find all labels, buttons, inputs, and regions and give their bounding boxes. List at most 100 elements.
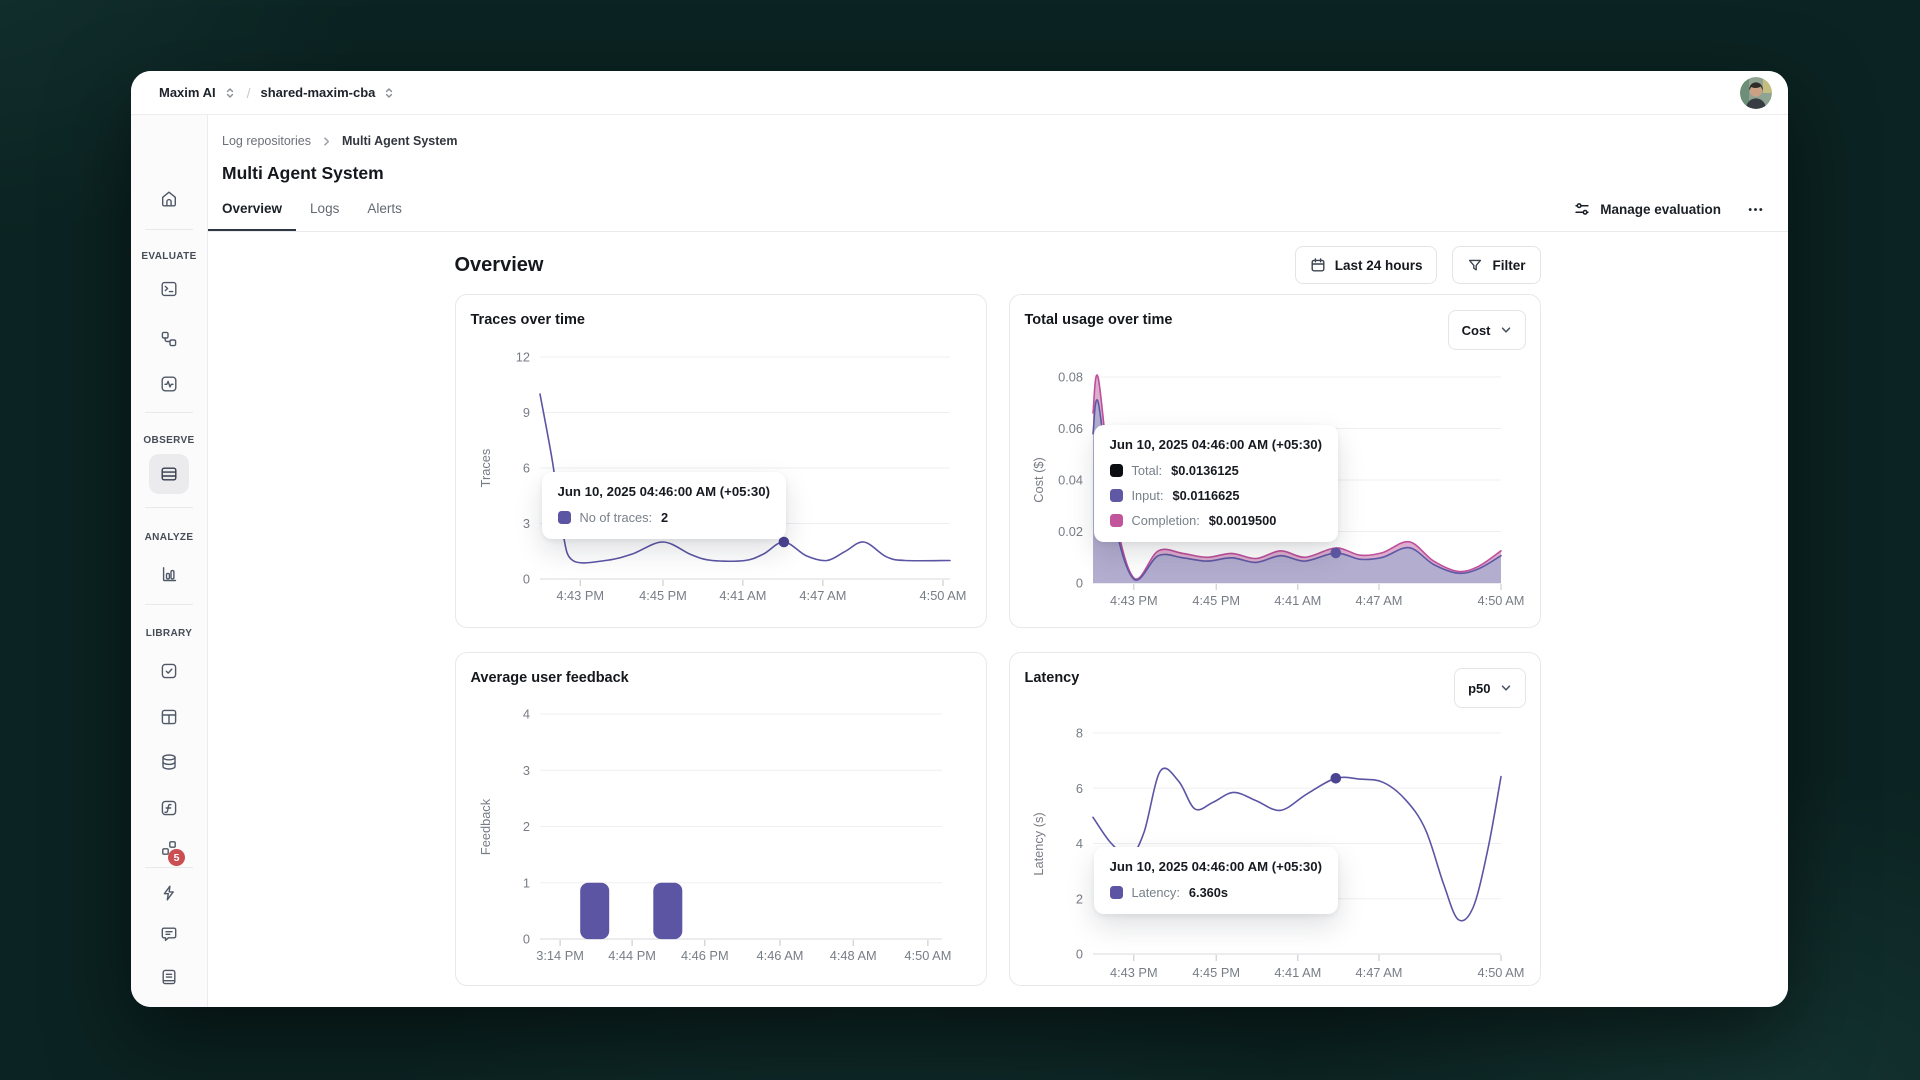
logs-icon xyxy=(159,464,179,484)
activity-icon xyxy=(159,374,179,394)
x-tick-label: 4:47 AM xyxy=(1355,593,1402,608)
y-tick-label: 0 xyxy=(522,932,529,947)
tooltip-row: No of traces: 2 xyxy=(558,508,770,527)
page-title: Multi Agent System xyxy=(207,148,1788,186)
y-tick-label: 0.04 xyxy=(1058,473,1083,488)
tooltip-label: Input: xyxy=(1132,488,1164,503)
tab-alerts[interactable]: Alerts xyxy=(353,201,416,231)
manage-evaluation-label: Manage evaluation xyxy=(1600,202,1721,217)
user-avatar[interactable] xyxy=(1740,77,1772,109)
more-options-button[interactable] xyxy=(1747,201,1764,218)
y-tick-label: 6 xyxy=(1075,781,1082,796)
manage-evaluation-button[interactable]: Manage evaluation xyxy=(1573,200,1721,218)
x-tick-label: 4:50 AM xyxy=(1477,593,1524,608)
filter-icon xyxy=(1467,257,1483,273)
notification-badge: 5 xyxy=(168,849,185,866)
chevron-right-icon xyxy=(320,135,333,148)
sidebar-item-lightning[interactable] xyxy=(149,873,189,913)
lightning-icon xyxy=(159,883,179,903)
chart-tooltip: Jun 10, 2025 04:46:00 AM (+05:30) Total:… xyxy=(1094,425,1338,542)
latency-percentile-select[interactable]: p50 xyxy=(1454,668,1525,708)
sidebar-item-chat[interactable] xyxy=(149,914,189,954)
sidebar-divider xyxy=(145,507,193,508)
y-axis-label: Traces xyxy=(478,449,493,488)
tooltip-label: Latency: xyxy=(1132,885,1180,900)
ellipsis-icon xyxy=(1747,201,1764,218)
sidebar-divider xyxy=(145,867,193,868)
filter-button[interactable]: Filter xyxy=(1452,246,1540,284)
overview-actions: Last 24 hours Filter xyxy=(1295,246,1541,284)
sidebar-item-check-square[interactable] xyxy=(149,651,189,691)
sidebar-item-workflow[interactable] xyxy=(149,319,189,359)
tooltip-timestamp: Jun 10, 2025 04:46:00 AM (+05:30) xyxy=(1110,859,1322,874)
x-tick-label: 4:47 AM xyxy=(1355,965,1402,980)
tooltip-value: 6.360s xyxy=(1189,885,1228,900)
calendar-icon xyxy=(1310,257,1326,273)
top-bar: Maxim AI / shared-maxim-cba xyxy=(131,71,1788,115)
database-icon xyxy=(159,752,179,772)
y-tick-label: 9 xyxy=(522,405,529,420)
sidebar-item-prompt[interactable] xyxy=(149,269,189,309)
x-tick-label: 4:41 AM xyxy=(1274,965,1321,980)
tooltip-row: Input: $0.0116625 xyxy=(1110,486,1322,505)
sidebar-item-activity[interactable] xyxy=(149,364,189,404)
sidebar-section-label: EVALUATE xyxy=(131,251,207,262)
home-icon xyxy=(159,189,179,209)
x-tick-label: 4:43 PM xyxy=(1109,965,1157,980)
tooltip-label: Completion: xyxy=(1132,513,1200,528)
x-tick-label: 4:50 AM xyxy=(919,588,966,603)
tooltip-timestamp: Jun 10, 2025 04:46:00 AM (+05:30) xyxy=(1110,437,1322,452)
filter-label: Filter xyxy=(1492,258,1525,273)
sidebar-item-function[interactable] xyxy=(149,788,189,828)
breadcrumb: Log repositories Multi Agent System xyxy=(207,115,1788,148)
sidebar-item-database[interactable] xyxy=(149,742,189,782)
table-icon xyxy=(159,707,179,727)
workspace-switcher[interactable]: shared-maxim-cba xyxy=(260,85,396,100)
breadcrumb-parent[interactable]: Log repositories xyxy=(222,134,311,148)
tooltip-value: $0.0136125 xyxy=(1171,463,1239,478)
chart-title: Traces over time xyxy=(471,312,585,328)
y-tick-label: 3 xyxy=(522,516,529,531)
chevron-down-icon xyxy=(1500,682,1512,694)
sidebar-item-gear[interactable] xyxy=(149,1001,189,1007)
sidebar-section-label: LIBRARY xyxy=(131,628,207,639)
workflow-icon xyxy=(159,329,179,349)
tooltip-row: Completion: $0.0019500 xyxy=(1110,511,1322,530)
tooltip-row: Latency: 6.360s xyxy=(1110,883,1322,902)
x-tick-label: 4:43 PM xyxy=(556,588,604,603)
charts-grid: Traces over time 036912Traces4:43 PM4:45… xyxy=(455,294,1541,986)
time-range-button[interactable]: Last 24 hours xyxy=(1295,246,1438,284)
sidebar-item-home[interactable] xyxy=(149,179,189,219)
sidebar-item-book[interactable] xyxy=(149,957,189,997)
chevron-down-icon xyxy=(1500,324,1512,336)
org-switcher[interactable]: Maxim AI xyxy=(159,85,237,100)
y-tick-label: 0 xyxy=(522,572,529,587)
sidebar-item-logs[interactable] xyxy=(149,454,189,494)
sidebar-item-table[interactable] xyxy=(149,697,189,737)
avatar-image xyxy=(1740,77,1772,109)
x-tick-label: 3:14 PM xyxy=(536,948,584,963)
book-icon xyxy=(159,967,179,987)
bar-chart-icon xyxy=(159,564,179,584)
y-tick-label: 2 xyxy=(522,819,529,834)
tab-overview[interactable]: Overview xyxy=(208,201,296,231)
desktop: { "topbar": { "org_name": "Maxim AI", "p… xyxy=(0,0,1920,1080)
prompt-icon xyxy=(159,279,179,299)
bar xyxy=(580,883,609,939)
latency-card: Latency p50 02468Latency (s)4:43 PM4:45 … xyxy=(1009,652,1541,986)
tooltip-timestamp: Jun 10, 2025 04:46:00 AM (+05:30) xyxy=(558,484,770,499)
tab-logs[interactable]: Logs xyxy=(296,201,353,231)
sidebar-item-bar-chart[interactable] xyxy=(149,554,189,594)
usage-metric-select[interactable]: Cost xyxy=(1448,310,1526,350)
chart-title: Total usage over time xyxy=(1025,312,1173,328)
y-tick-label: 8 xyxy=(1075,726,1082,741)
y-tick-label: 6 xyxy=(522,461,529,476)
y-tick-label: 0.08 xyxy=(1058,370,1083,385)
usage-metric-value: Cost xyxy=(1462,323,1491,338)
main-content: Log repositories Multi Agent System Mult… xyxy=(207,115,1788,1007)
data-point-marker xyxy=(1330,548,1341,559)
x-tick-label: 4:46 AM xyxy=(756,948,803,963)
sliders-icon xyxy=(1573,200,1591,218)
series-swatch xyxy=(1110,489,1123,502)
workspace-name: shared-maxim-cba xyxy=(260,85,375,100)
